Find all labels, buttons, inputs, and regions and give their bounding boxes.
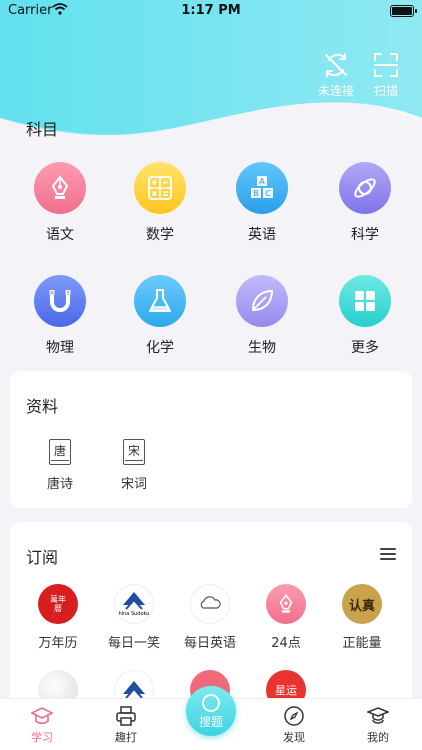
status-bar: Carrier 1:17 PM [0,0,422,22]
tab-label: 发现 [283,731,305,744]
pen-nib-icon [266,584,306,624]
tab-label: 学习 [31,731,53,744]
material-song-lyrics[interactable]: 宋 宋词 [104,439,164,492]
tab-discover[interactable]: 发现 [264,705,324,745]
materials-card: 资料 唐 唐诗 宋 宋词 [10,371,412,508]
planet-icon [339,162,391,214]
materials-title: 资料 [26,397,59,416]
subscription-label: 每日一笑 [107,636,160,651]
subject-label: 更多 [351,340,379,356]
calendar-logo: 萬年曆 [38,584,78,624]
positive-energy-logo: 认真 [342,584,382,624]
abc-blocks-icon: ABC [236,162,288,214]
calendar-logo-text: 萬年曆 [50,595,66,613]
subject-label: 数学 [146,227,174,243]
subscription-label: 24点 [271,636,301,651]
pen-nib-icon [34,162,86,214]
subscription-positive-energy[interactable]: 认真 正能量 [326,584,398,651]
subject-label: 语文 [46,227,74,243]
fab-label: 搜题 [198,715,223,729]
svg-text:A: A [259,177,265,186]
subscription-daily-english[interactable]: 每日英语 [174,584,246,651]
grid-more-icon [339,275,391,327]
star-fortune-logo-text: 星运 [275,684,297,697]
material-label: 宋词 [120,477,147,492]
disconnect-button[interactable]: 未连接 [314,50,358,99]
material-label: 唐诗 [46,477,73,492]
calculator-icon [134,162,186,214]
subscription-label: 正能量 [342,636,382,651]
book-icon: 宋 [123,439,145,465]
battery-icon [390,5,417,17]
svg-text:S: S [67,291,70,297]
positive-energy-logo-text: 认真 [348,598,375,614]
subject-english[interactable]: ABC 英语 [212,162,312,244]
subject-label: 英语 [248,227,276,243]
scan-icon [374,53,398,77]
subject-biology[interactable]: 生物 [212,275,312,357]
scan-label: 扫描 [373,84,398,98]
tab-label: 我的 [367,731,389,744]
svg-text:N: N [50,291,53,297]
tab-study[interactable]: 学习 [12,705,72,745]
subject-chemistry[interactable]: 化学 [110,275,210,357]
subject-more[interactable]: 更多 [315,275,415,357]
magnet-icon: NS [34,275,86,327]
svg-text:C: C [265,189,271,198]
subject-chinese[interactable]: 语文 [10,162,110,244]
subscription-daily-joke[interactable]: hina Sudoku 每日一笑 [98,584,170,651]
printer-icon [116,706,136,726]
subject-science[interactable]: 科学 [315,162,415,244]
tab-mine[interactable]: 我的 [348,705,408,745]
menu-icon[interactable] [380,548,396,560]
status-time: 1:17 PM [181,3,241,18]
scholar-cap-icon [367,707,389,724]
scan-button[interactable]: 扫描 [366,50,406,99]
sudoku-logo: hina Sudoku [114,584,154,624]
disconnect-label: 未连接 [317,84,354,98]
material-tang-poems[interactable]: 唐 唐诗 [30,439,90,492]
subscriptions-title: 订阅 [26,548,59,567]
subscription-24-points[interactable]: 24点 [250,584,322,651]
tab-label: 趣打 [115,731,137,744]
cloud-logo [190,584,230,624]
subject-label: 科学 [351,227,379,243]
flask-icon [134,275,186,327]
search-question-button[interactable]: 搜题 [186,686,236,736]
sudoku-logo-text: hina Sudoku [118,611,150,617]
subject-label: 生物 [248,340,276,356]
subscription-label: 万年历 [38,636,78,651]
subject-label: 化学 [146,340,174,356]
disconnected-sync-icon [325,53,347,77]
subscription-calendar[interactable]: 萬年曆 万年历 [22,584,94,651]
book-icon: 唐 [49,439,71,465]
subject-math[interactable]: 数学 [110,162,210,244]
camera-lens-icon [202,694,220,712]
subject-label: 物理 [46,340,74,356]
svg-text:B: B [253,189,259,198]
subjects-title: 科目 [26,120,59,139]
compass-icon [284,706,304,726]
leaf-icon [236,275,288,327]
subject-physics[interactable]: NS 物理 [10,275,110,357]
subscription-label: 每日英语 [183,636,236,651]
graduation-icon [31,707,53,725]
tab-print[interactable]: 趣打 [96,705,156,745]
